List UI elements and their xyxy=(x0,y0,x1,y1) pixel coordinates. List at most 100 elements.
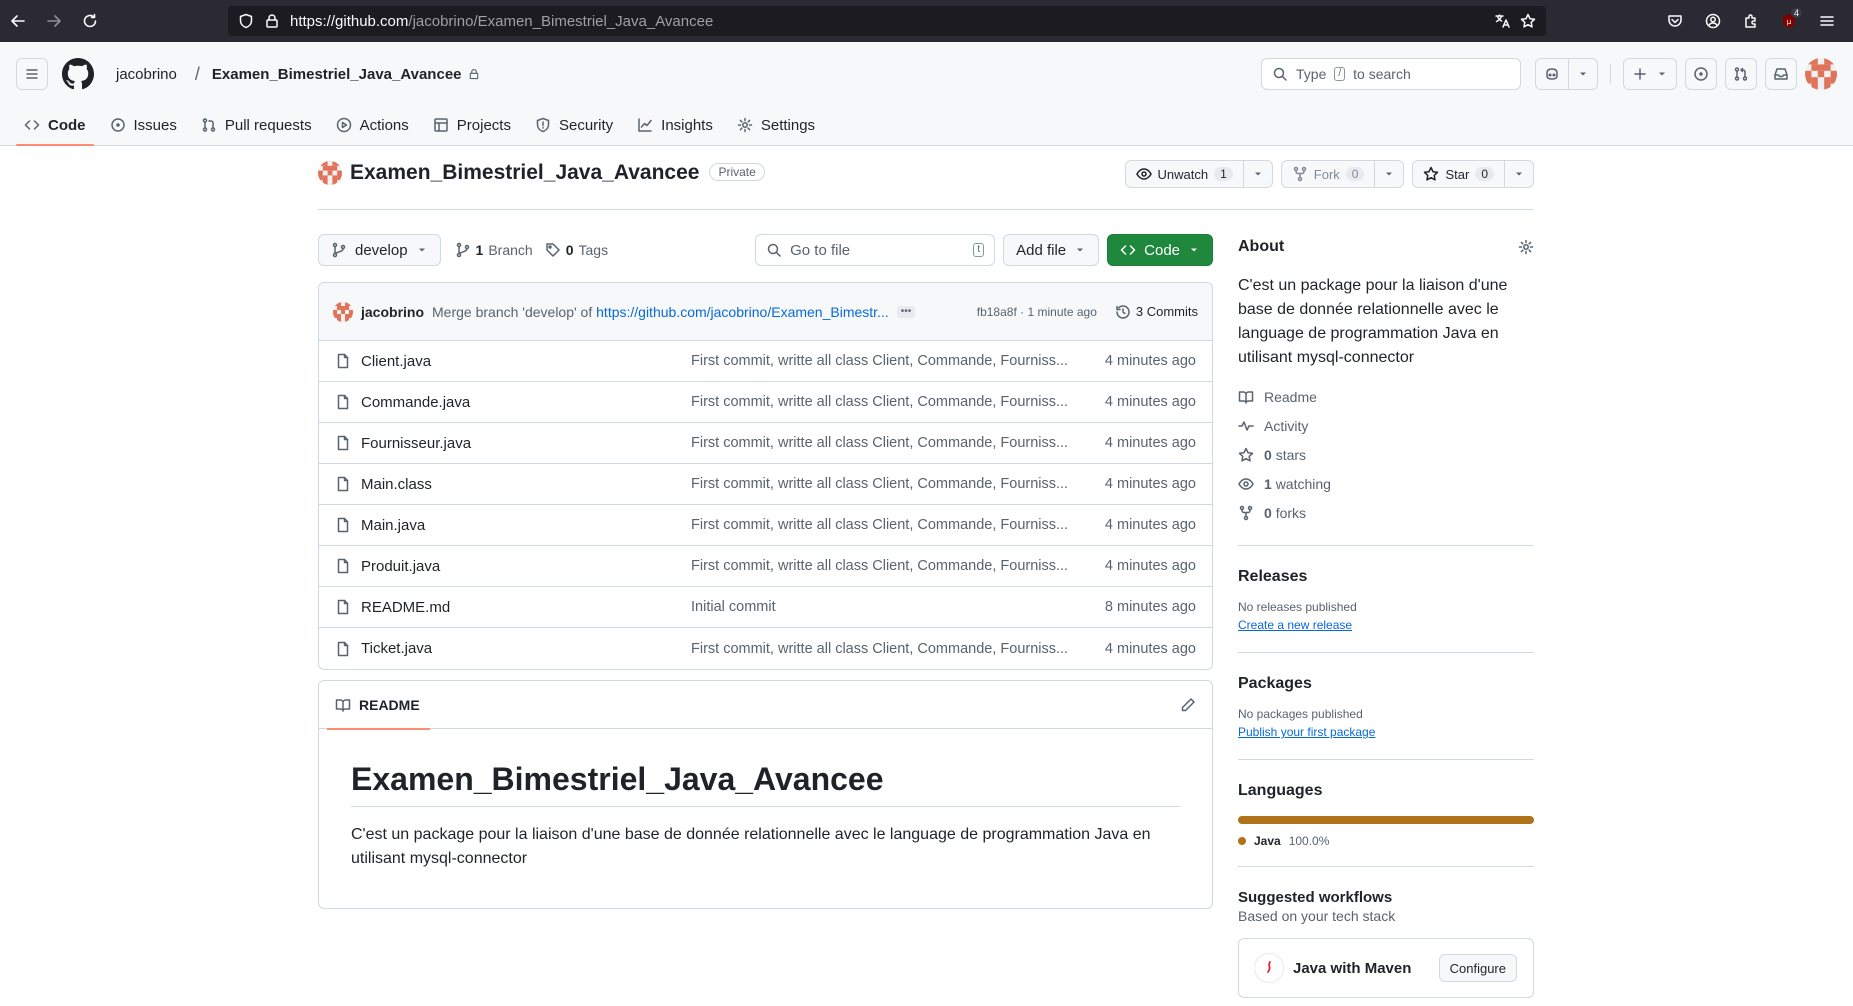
commit-sha[interactable]: fb18a8f xyxy=(977,305,1017,319)
commit-message[interactable]: Merge branch 'develop' of https://github… xyxy=(432,304,889,320)
file-commit-message[interactable]: First commit, writte all class Client, C… xyxy=(691,476,1073,492)
watchers-link[interactable]: 1 watching xyxy=(1238,469,1534,498)
owner-link[interactable]: jacobrino xyxy=(110,62,183,87)
table-row[interactable]: Commande.java First commit, writte all cl… xyxy=(319,382,1212,423)
readme-link[interactable]: Readme xyxy=(1238,382,1534,411)
account-icon[interactable] xyxy=(1697,5,1729,37)
branches-link[interactable]: 1 Branch xyxy=(455,242,533,258)
table-row[interactable]: Client.java First commit, writte all clas… xyxy=(319,341,1212,382)
code-button-label: Code xyxy=(1144,241,1180,259)
pull-requests-button[interactable] xyxy=(1725,58,1757,90)
file-name-link[interactable]: README.md xyxy=(361,599,691,616)
expand-commit-button[interactable]: ••• xyxy=(896,305,916,318)
repo-sidebar: About C'est un package pour la liaison d… xyxy=(1238,238,1534,998)
file-commit-message[interactable]: First commit, writte all class Client, C… xyxy=(691,394,1073,410)
lock-icon[interactable] xyxy=(264,13,280,29)
file-name-link[interactable]: Ticket.java xyxy=(361,640,691,657)
chevron-down-icon[interactable] xyxy=(1656,59,1676,89)
url-bar[interactable]: https://github.com/jacobrino/Examen_Bime… xyxy=(228,6,1546,36)
tab-insights[interactable]: Insights xyxy=(629,105,721,145)
commits-link[interactable]: 3 Commits xyxy=(1115,304,1198,320)
menu-icon[interactable] xyxy=(1811,5,1843,37)
commit-author-avatar[interactable] xyxy=(333,301,353,322)
repo-link[interactable]: Examen_Bimestriel_Java_Avancee xyxy=(212,66,480,83)
plus-icon[interactable] xyxy=(1624,59,1656,89)
about-description: C'est un package pour la liaison d'une b… xyxy=(1238,277,1508,366)
issues-button[interactable] xyxy=(1685,58,1717,90)
file-commit-message[interactable]: First commit, writte all class Client, C… xyxy=(691,517,1073,533)
file-commit-message[interactable]: First commit, writte all class Client, C… xyxy=(691,558,1073,574)
code-button[interactable]: Code xyxy=(1107,234,1213,266)
forks-link[interactable]: 0 forks xyxy=(1238,498,1534,527)
branch-selector[interactable]: develop xyxy=(318,234,441,266)
pocket-icon[interactable] xyxy=(1659,5,1691,37)
tab-pull-requests[interactable]: Pull requests xyxy=(193,105,320,145)
file-name-link[interactable]: Produit.java xyxy=(361,558,691,575)
tab-security[interactable]: Security xyxy=(527,105,621,145)
chevron-down-icon[interactable] xyxy=(1568,59,1597,89)
file-name-link[interactable]: Client.java xyxy=(361,353,691,370)
forward-icon[interactable] xyxy=(36,0,72,42)
file-commit-message[interactable]: Initial commit xyxy=(691,599,1073,615)
tags-link[interactable]: 0 Tags xyxy=(545,242,608,258)
publish-package-link[interactable]: Publish your first package xyxy=(1238,725,1375,739)
readme-tab[interactable]: README xyxy=(327,681,430,730)
tab-issues[interactable]: Issues xyxy=(102,105,185,145)
file-name-link[interactable]: Fournisseur.java xyxy=(361,435,691,452)
commit-author[interactable]: jacobrino xyxy=(361,304,424,320)
edit-readme-button[interactable] xyxy=(1180,697,1196,713)
tracking-shield-icon[interactable] xyxy=(238,13,254,29)
tab-settings[interactable]: Settings xyxy=(729,105,823,145)
ublock-icon[interactable]: μ 4 xyxy=(1773,5,1805,37)
table-row[interactable]: README.md Initial commit 8 minutes ago xyxy=(319,587,1212,628)
repo-name[interactable]: Examen_Bimestriel_Java_Avancee xyxy=(350,160,699,186)
file-name-link[interactable]: Main.java xyxy=(361,517,691,534)
github-logo-icon[interactable] xyxy=(62,58,94,90)
reload-icon[interactable] xyxy=(72,0,108,42)
table-row[interactable]: Produit.java First commit, writte all cla… xyxy=(319,546,1212,587)
inbox-button[interactable] xyxy=(1765,58,1797,90)
url-text[interactable]: https://github.com/jacobrino/Examen_Bime… xyxy=(290,13,1484,30)
chevron-down-icon[interactable] xyxy=(1504,161,1533,187)
activity-link[interactable]: Activity xyxy=(1238,411,1534,440)
fork-button[interactable]: Fork 0 xyxy=(1280,160,1405,188)
table-row[interactable]: Ticket.java First commit, writte all clas… xyxy=(319,628,1212,669)
tab-code[interactable]: Code xyxy=(16,105,94,146)
file-commit-message[interactable]: First commit, writte all class Client, C… xyxy=(691,641,1073,657)
translate-icon[interactable] xyxy=(1494,13,1510,29)
create-release-link[interactable]: Create a new release xyxy=(1238,618,1352,632)
search-input[interactable]: Type / to search xyxy=(1261,58,1521,90)
packages-heading[interactable]: Packages xyxy=(1238,675,1534,693)
file-name-link[interactable]: Main.class xyxy=(361,476,691,493)
file-name-link[interactable]: Commande.java xyxy=(361,394,691,411)
repo-owner-avatar[interactable] xyxy=(318,161,342,185)
file-commit-message[interactable]: First commit, writte all class Client, C… xyxy=(691,353,1073,369)
stars-link[interactable]: 0 stars xyxy=(1238,440,1534,469)
copilot-button[interactable] xyxy=(1535,58,1598,90)
language-item[interactable]: Java 100.0% xyxy=(1238,834,1534,848)
bookmark-star-icon[interactable] xyxy=(1520,13,1536,29)
hamburger-menu-button[interactable] xyxy=(16,58,48,90)
commit-message-link[interactable]: https://github.com/jacobrino/Examen_Bime… xyxy=(596,304,889,320)
releases-heading[interactable]: Releases xyxy=(1238,568,1534,586)
file-commit-message[interactable]: First commit, writte all class Client, C… xyxy=(691,435,1073,451)
tab-projects[interactable]: Projects xyxy=(425,105,519,145)
table-row[interactable]: Main.class First commit, writte all class… xyxy=(319,464,1212,505)
extensions-icon[interactable] xyxy=(1735,5,1767,37)
tab-actions[interactable]: Actions xyxy=(328,105,417,145)
user-avatar[interactable] xyxy=(1805,58,1837,90)
chevron-down-icon[interactable] xyxy=(1242,161,1272,187)
star-button[interactable]: Star 0 xyxy=(1412,160,1534,188)
go-to-file-input[interactable]: Go to file t xyxy=(755,234,996,266)
add-file-button[interactable]: Add file xyxy=(1003,234,1100,266)
copilot-icon[interactable] xyxy=(1536,59,1568,89)
repo-title-bar: Examen_Bimestriel_Java_Avancee Private U… xyxy=(318,160,1534,210)
create-new-button[interactable] xyxy=(1623,58,1677,90)
table-row[interactable]: Main.java First commit, writte all class … xyxy=(319,505,1212,546)
table-row[interactable]: Fournisseur.java First commit, writte all… xyxy=(319,423,1212,464)
watch-button[interactable]: Unwatch 1 xyxy=(1124,160,1273,188)
configure-button[interactable]: Configure xyxy=(1438,954,1517,982)
back-icon[interactable] xyxy=(0,0,36,42)
about-settings-button[interactable] xyxy=(1518,239,1534,255)
chevron-down-icon[interactable] xyxy=(1374,161,1403,187)
